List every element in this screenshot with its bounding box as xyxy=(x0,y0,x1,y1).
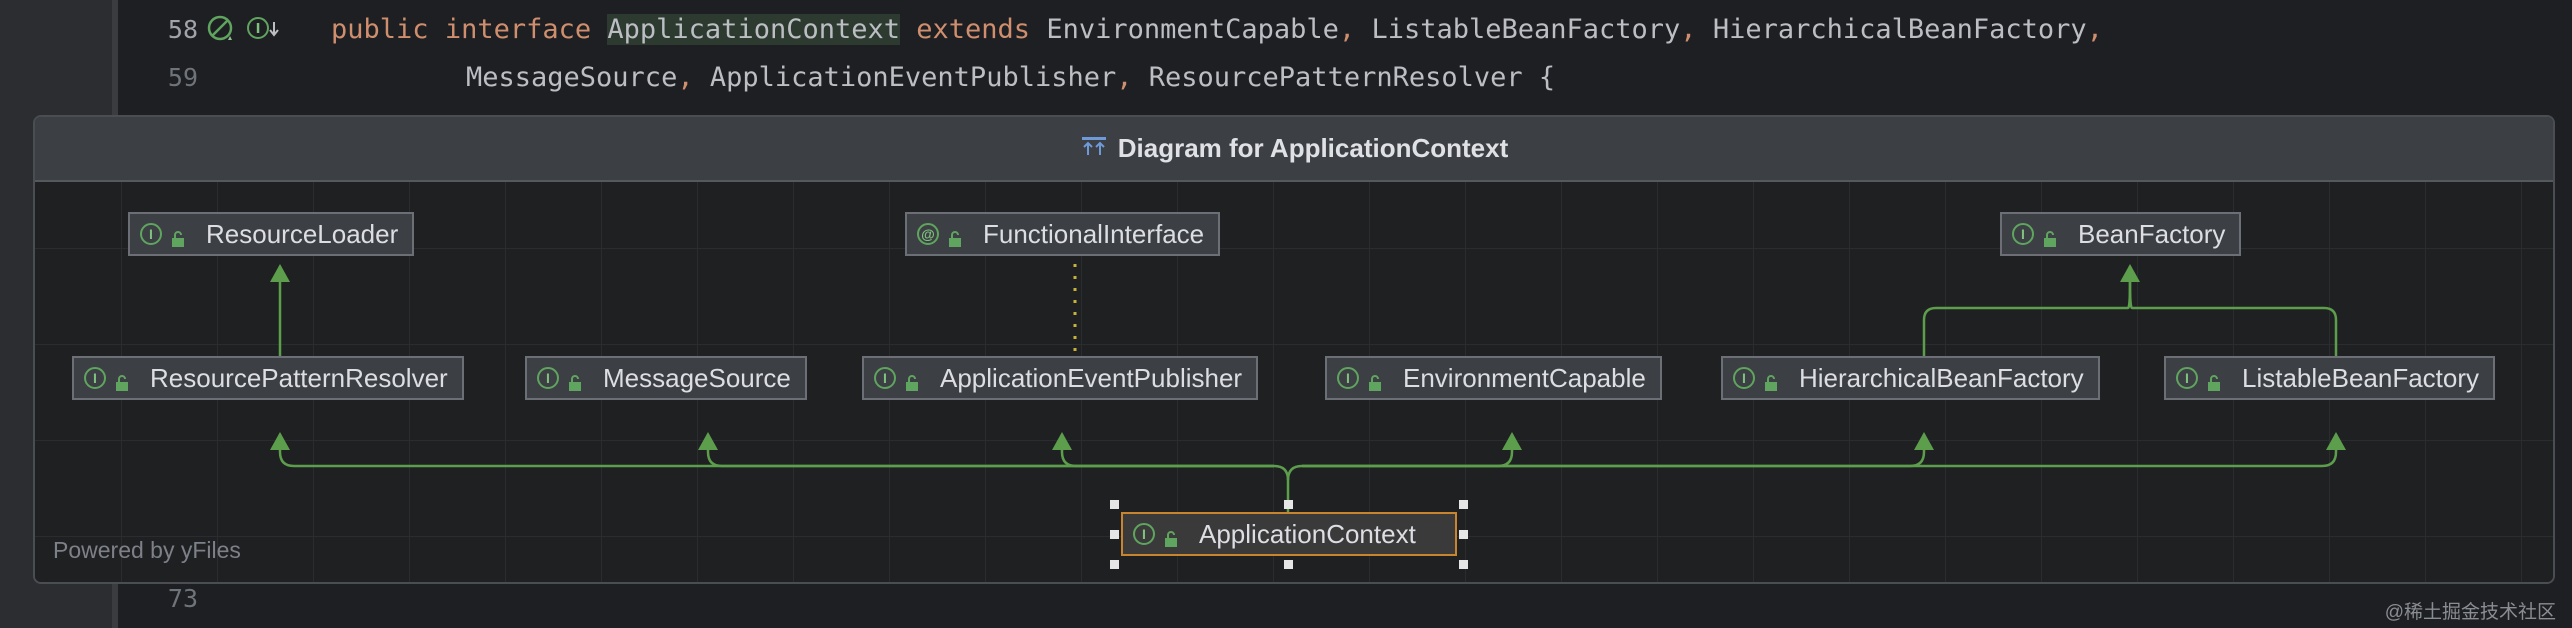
line-number-58: 58 xyxy=(167,15,198,44)
powered-by-label: Powered by yFiles xyxy=(53,537,241,563)
annotation-icon: @ xyxy=(917,223,939,245)
node-label: ApplicationEventPublisher xyxy=(940,362,1243,393)
token-resource-pattern-resolver[interactable]: ResourcePatternResolver { xyxy=(1133,62,1555,93)
node-application-context[interactable]: I ApplicationContext xyxy=(1121,512,1457,556)
node-label: ResourceLoader xyxy=(206,218,399,249)
arrowhead xyxy=(2326,432,2346,450)
code-line-58: public interface ApplicationContext exte… xyxy=(331,5,2103,55)
resize-handle-e[interactable] xyxy=(1459,530,1468,539)
node-label: HierarchicalBeanFactory xyxy=(1799,362,2084,393)
public-lock-icon xyxy=(1367,368,1385,391)
arrowhead xyxy=(270,264,290,282)
token-message-source[interactable]: MessageSource xyxy=(466,62,677,93)
public-lock-icon xyxy=(567,368,585,391)
popup-title: Diagram for ApplicationContext xyxy=(35,117,2553,180)
edge-ac-to-rpr xyxy=(278,434,1290,518)
token-interface: interface xyxy=(444,14,592,45)
node-environment-capable[interactable]: I EnvironmentCapable xyxy=(1325,356,1662,400)
token-listable-bean-factory[interactable]: ListableBeanFactory xyxy=(1355,14,1680,45)
public-lock-icon xyxy=(170,224,188,247)
svg-text:I: I xyxy=(256,22,261,37)
resize-handle-s[interactable] xyxy=(1284,560,1293,569)
resize-handle-nw[interactable] xyxy=(1110,500,1119,509)
node-resource-loader[interactable]: I ResourceLoader xyxy=(128,212,415,256)
public-lock-icon xyxy=(1763,368,1781,391)
interface-icon: I xyxy=(1733,367,1755,389)
interface-icon: I xyxy=(537,367,559,389)
token-hierarchical-bean-factory[interactable]: HierarchicalBeanFactory xyxy=(1697,14,2087,45)
resize-handle-w[interactable] xyxy=(1110,530,1119,539)
diagram-popup[interactable]: Diagram for ApplicationContext I Resourc… xyxy=(33,115,2555,584)
interface-icon: I xyxy=(874,367,896,389)
token-comma: , xyxy=(1116,62,1133,93)
node-label: BeanFactory xyxy=(2078,218,2226,249)
edge-ac-to-environment-capable xyxy=(1286,434,1514,481)
arrowhead xyxy=(1502,432,1522,450)
node-hierarchical-bean-factory[interactable]: I HierarchicalBeanFactory xyxy=(1721,356,2100,400)
popup-header[interactable]: Diagram for ApplicationContext xyxy=(35,117,2553,182)
token-comma: , xyxy=(2086,14,2103,45)
public-lock-icon xyxy=(2206,368,2224,391)
resize-handle-ne[interactable] xyxy=(1459,500,1468,509)
hierarchy-icon xyxy=(1080,119,1108,182)
arrowhead xyxy=(2120,264,2140,282)
node-label: EnvironmentCapable xyxy=(1403,362,1646,393)
line-number-59: 59 xyxy=(167,63,198,92)
resize-handle-sw[interactable] xyxy=(1110,560,1119,569)
node-label: ResourcePatternResolver xyxy=(150,362,448,393)
node-bean-factory[interactable]: I BeanFactory xyxy=(2000,212,2242,256)
edge-ac-to-event-publisher xyxy=(1060,434,1274,468)
implementations-icon[interactable]: I xyxy=(245,14,279,42)
interface-icon: I xyxy=(1337,367,1359,389)
edge-ac-to-hierarchical xyxy=(1302,434,1926,468)
arrowhead xyxy=(1052,432,1072,450)
public-lock-icon xyxy=(904,368,922,391)
edge-ac-to-listable xyxy=(1302,434,2338,468)
token-environment-capable[interactable]: EnvironmentCapable xyxy=(1030,14,1339,45)
public-lock-icon xyxy=(114,368,132,391)
token-public: public xyxy=(331,14,429,45)
node-label: ListableBeanFactory xyxy=(2242,362,2480,393)
token-comma: , xyxy=(1338,14,1356,45)
token-comma: , xyxy=(1680,14,1697,45)
public-lock-icon xyxy=(2042,224,2060,247)
resize-handle-n[interactable] xyxy=(1284,500,1293,509)
token-extends: extends xyxy=(916,14,1031,45)
resize-handle-se[interactable] xyxy=(1459,560,1468,569)
diagram-canvas[interactable]: I ResourceLoader @ FunctionalInterface I… xyxy=(35,182,2553,582)
interface-icon: I xyxy=(84,367,106,389)
node-resource-pattern-resolver[interactable]: I ResourcePatternResolver xyxy=(72,356,464,400)
node-functional-interface[interactable]: @ FunctionalInterface xyxy=(905,212,1221,256)
interface-icon: I xyxy=(2176,367,2198,389)
node-application-event-publisher[interactable]: I ApplicationEventPublisher xyxy=(862,356,1259,400)
edge-ac-to-message-source xyxy=(706,434,1274,468)
arrowhead xyxy=(1914,432,1934,450)
token-comma: , xyxy=(677,62,694,93)
node-listable-bean-factory[interactable]: I ListableBeanFactory xyxy=(2164,356,2496,400)
interface-icon: I xyxy=(1133,523,1155,545)
node-label: FunctionalInterface xyxy=(983,218,1205,249)
popup-title-text: Diagram for ApplicationContext xyxy=(1117,133,1509,163)
arrowhead xyxy=(698,432,718,450)
node-label: MessageSource xyxy=(603,362,791,393)
public-lock-icon xyxy=(947,224,965,247)
code-line-59: MessageSource, ApplicationEventPublisher… xyxy=(466,53,1555,103)
no-entry-icon[interactable] xyxy=(206,14,234,42)
node-label: ApplicationContext xyxy=(1199,518,1416,549)
public-lock-icon xyxy=(1163,524,1181,547)
interface-icon: I xyxy=(2012,223,2034,245)
node-message-source[interactable]: I MessageSource xyxy=(525,356,807,400)
watermark: @稀土掘金技术社区 xyxy=(2384,602,2556,623)
token-application-context[interactable]: ApplicationContext xyxy=(607,14,900,45)
arrowhead xyxy=(270,432,290,450)
interface-icon: I xyxy=(140,223,162,245)
token-application-event-publisher[interactable]: ApplicationEventPublisher xyxy=(694,62,1116,93)
